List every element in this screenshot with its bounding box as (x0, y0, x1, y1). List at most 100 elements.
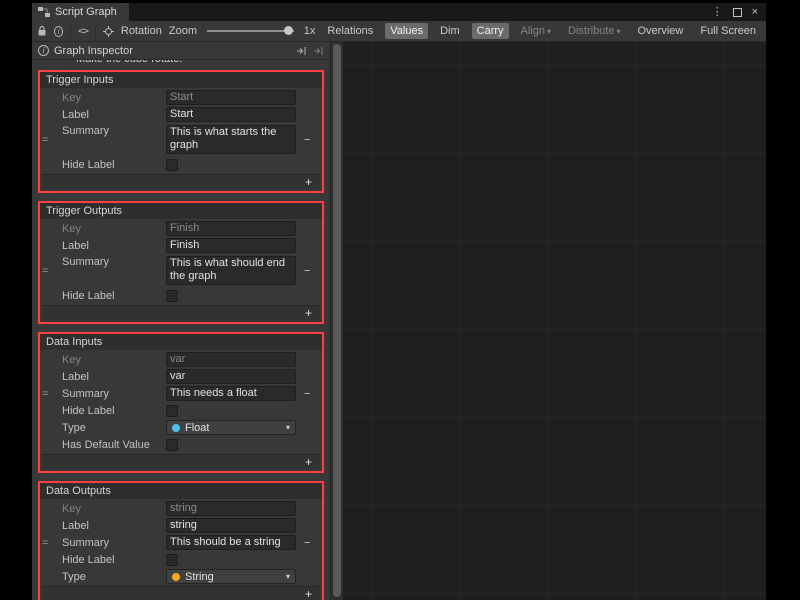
toolbar-separator (95, 25, 96, 38)
key-label: Key (40, 223, 166, 235)
zoom-label: Zoom (169, 25, 197, 37)
dim-button[interactable]: Dim (435, 23, 465, 39)
summary-field[interactable]: This is what starts the graph (166, 125, 296, 154)
type-value: String (185, 571, 214, 583)
align-dropdown[interactable]: Align▾ (516, 23, 556, 39)
window-controls: ⋮ × (712, 3, 766, 21)
maximize-icon[interactable] (733, 8, 742, 17)
summary-row: = Summary This needs a float − (40, 386, 316, 401)
code-icon[interactable]: <> (78, 26, 88, 37)
add-item-button[interactable]: + (301, 175, 316, 189)
summary-label: Summary (40, 388, 166, 400)
zoom-slider-knob[interactable] (284, 26, 293, 35)
label-field[interactable]: var (166, 369, 296, 384)
graph-description: Make the cube rotate. (76, 60, 326, 65)
has-default-label: Has Default Value (40, 439, 166, 451)
lock-icon[interactable] (37, 25, 47, 37)
float-type-icon (172, 424, 180, 432)
key-field[interactable]: Start (166, 90, 296, 105)
hide-label-checkbox[interactable] (166, 159, 178, 171)
carry-button[interactable]: Carry (472, 23, 509, 39)
label-field[interactable]: Finish (166, 238, 296, 253)
overview-button[interactable]: Overview (633, 23, 689, 39)
window-menu-icon[interactable]: ⋮ (712, 7, 723, 17)
values-button[interactable]: Values (385, 23, 428, 39)
add-item-button[interactable]: + (301, 587, 316, 600)
key-label: Key (40, 354, 166, 366)
has-default-checkbox[interactable] (166, 439, 178, 451)
info-icon[interactable]: i (54, 26, 63, 37)
hide-label-checkbox[interactable] (166, 405, 178, 417)
label-label: Label (40, 371, 166, 383)
label-field[interactable]: string (166, 518, 296, 533)
label-row: Label var (40, 369, 316, 384)
section-footer: + (42, 305, 320, 320)
graph-canvas[interactable] (343, 42, 766, 600)
fullscreen-button[interactable]: Full Screen (695, 23, 761, 39)
hide-label-row: Hide Label (40, 288, 316, 303)
unity-window: Script Graph ⋮ × i <> (32, 3, 766, 600)
label-field[interactable]: Start (166, 107, 296, 122)
key-field[interactable]: var (166, 352, 296, 367)
inspector-scroll-content: Make the cube rotate. Trigger Inputs Key… (32, 60, 330, 600)
section-trigger-inputs: Trigger Inputs Key Start Label Start = S… (38, 70, 324, 193)
remove-item-button[interactable]: − (304, 265, 310, 277)
add-item-button[interactable]: + (301, 455, 316, 469)
label-label: Label (40, 109, 166, 121)
drag-handle[interactable]: = (42, 134, 48, 146)
summary-row: = Summary This should be a string − (40, 535, 316, 550)
drag-handle[interactable]: = (42, 265, 48, 277)
section-title: Data Outputs (40, 483, 322, 499)
rotation-label: Rotation (121, 25, 162, 37)
section-title: Trigger Inputs (40, 72, 322, 88)
dock-right-icon[interactable] (296, 46, 307, 56)
section-footer: + (42, 454, 320, 469)
hide-label-checkbox[interactable] (166, 290, 178, 302)
scrollbar-thumb[interactable] (333, 44, 341, 597)
tab-bar: Script Graph ⋮ × (32, 3, 766, 21)
add-item-button[interactable]: + (301, 306, 316, 320)
key-row: Key var (40, 352, 316, 367)
graph-toolbar: i <> Rotation Zoom 1x Relations Values D… (32, 21, 766, 42)
summary-label: Summary (40, 124, 166, 137)
key-field[interactable]: string (166, 501, 296, 516)
distribute-dropdown[interactable]: Distribute▾ (563, 23, 625, 39)
string-type-icon (172, 573, 180, 581)
summary-field[interactable]: This is what should end the graph (166, 256, 296, 285)
zoom-slider[interactable] (207, 30, 294, 32)
tab-script-graph[interactable]: Script Graph (32, 3, 129, 21)
drag-handle[interactable]: = (42, 388, 48, 400)
key-row: Key string (40, 501, 316, 516)
section-trigger-outputs: Trigger Outputs Key Finish Label Finish … (38, 201, 324, 324)
hide-label-row: Hide Label (40, 552, 316, 567)
remove-item-button[interactable]: − (304, 537, 310, 549)
type-dropdown[interactable]: Float ▾ (166, 420, 296, 435)
drag-handle[interactable]: = (42, 537, 48, 549)
hide-label-checkbox[interactable] (166, 554, 178, 566)
chevron-down-icon: ▾ (286, 572, 290, 581)
label-row: Label Finish (40, 238, 316, 253)
relations-button[interactable]: Relations (322, 23, 378, 39)
type-row: Type Float ▾ (40, 420, 316, 435)
graph-inspector-title: Graph Inspector (54, 45, 133, 57)
zoom-value: 1x (304, 25, 316, 37)
script-graph-icon (38, 7, 50, 17)
key-field[interactable]: Finish (166, 221, 296, 236)
section-title: Data Inputs (40, 334, 322, 350)
close-icon[interactable]: × (752, 7, 758, 17)
type-dropdown[interactable]: String ▾ (166, 569, 296, 584)
hide-label-row: Hide Label (40, 157, 316, 172)
remove-item-button[interactable]: − (304, 134, 310, 146)
type-value: Float (185, 422, 209, 434)
pin-icon[interactable] (313, 46, 324, 56)
key-label: Key (40, 503, 166, 515)
label-row: Label string (40, 518, 316, 533)
summary-field[interactable]: This needs a float (166, 386, 296, 401)
remove-item-button[interactable]: − (304, 388, 310, 400)
info-icon: i (38, 45, 49, 56)
inspector-scrollbar[interactable] (330, 42, 343, 600)
hide-label-row: Hide Label (40, 403, 316, 418)
tab-title: Script Graph (55, 6, 117, 18)
summary-field[interactable]: This should be a string (166, 535, 296, 550)
hide-label-label: Hide Label (40, 159, 166, 171)
